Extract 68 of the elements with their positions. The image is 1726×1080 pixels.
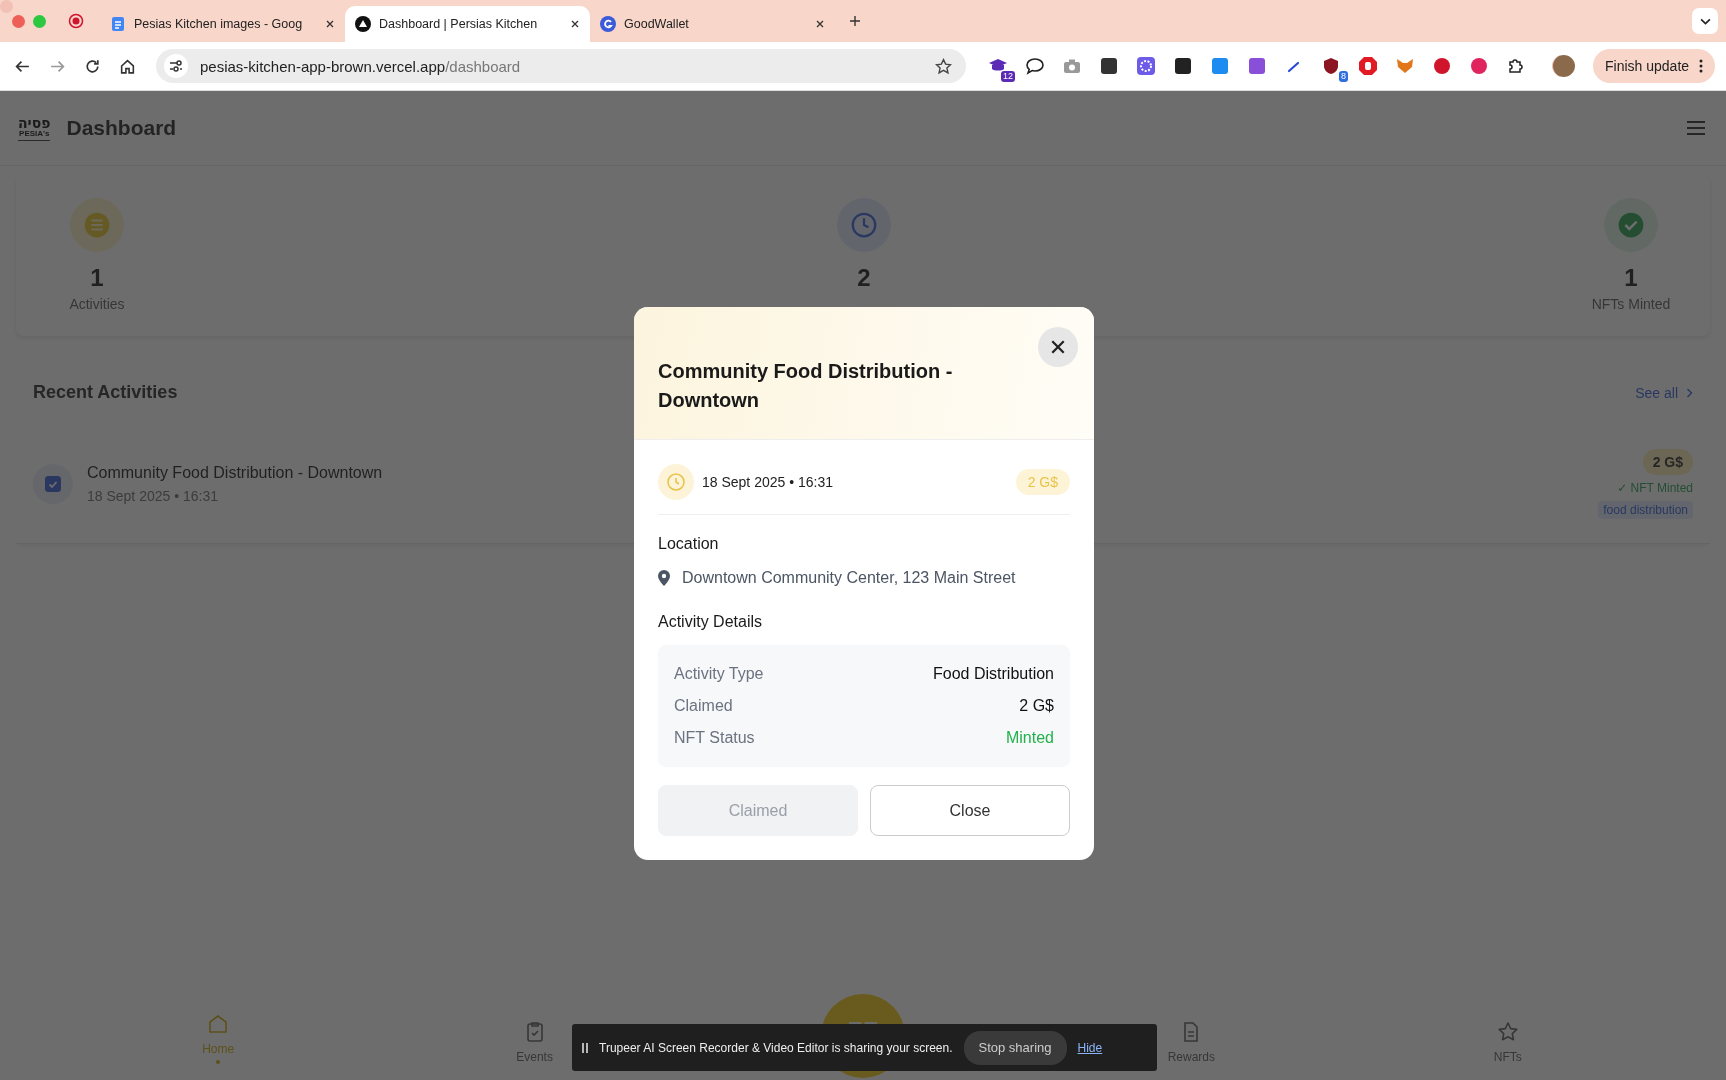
- category-tag: food distribution: [1598, 501, 1693, 519]
- close-icon: [1050, 339, 1066, 355]
- detail-label: Activity Type: [674, 665, 764, 683]
- site-settings-icon[interactable]: [164, 54, 188, 78]
- close-icon[interactable]: [570, 19, 580, 29]
- nft-status-text: ✓ NFT Minted: [1617, 481, 1693, 495]
- detail-label: NFT Status: [674, 729, 755, 747]
- clock-icon: [658, 464, 694, 500]
- finish-update-button[interactable]: Finish update: [1593, 49, 1716, 83]
- bookmark-star-icon[interactable]: [935, 57, 952, 75]
- stat-value: 1: [1624, 264, 1638, 292]
- detail-label: Claimed: [674, 697, 733, 715]
- star-icon: [1495, 1020, 1520, 1044]
- activity-title: Community Food Distribution - Downtown: [87, 464, 383, 482]
- detail-value: Food Distribution: [933, 665, 1054, 683]
- home-icon[interactable]: [119, 57, 136, 75]
- hide-link[interactable]: Hide: [1077, 1040, 1103, 1055]
- chevron-right-icon: [1686, 387, 1693, 398]
- stop-sharing-button[interactable]: Stop sharing: [963, 1030, 1067, 1065]
- close-button[interactable]: [1038, 327, 1078, 367]
- section-title: Recent Activities: [33, 382, 178, 403]
- close-icon[interactable]: [325, 19, 335, 29]
- detail-value: Minted: [1005, 729, 1054, 747]
- more-icon: [1699, 59, 1704, 73]
- chat-bubble-icon[interactable]: [1025, 56, 1045, 76]
- url-text: pesias-kitchen-app-brown.vercel.app/dashboard: [200, 57, 521, 75]
- browser-tab[interactable]: Pesias Kitchen images - Goog: [100, 6, 345, 42]
- extension-icon[interactable]: [1099, 56, 1119, 76]
- stat-value: 1: [90, 264, 104, 292]
- checkbox[interactable]: [45, 476, 61, 492]
- close-icon[interactable]: [815, 19, 825, 29]
- stat-value: 2: [857, 264, 871, 292]
- g-logo-icon: [600, 16, 616, 32]
- reload-icon[interactable]: [84, 57, 101, 75]
- details-heading: Activity Details: [658, 613, 764, 631]
- sharing-message: Trupeer AI Screen Recorder & Video Editor is sharing your screen.: [599, 1040, 953, 1055]
- active-dot: [216, 1060, 221, 1064]
- browser-tab[interactable]: GoodWallet: [590, 6, 835, 42]
- pause-icon: [582, 1042, 588, 1053]
- detail-value: 2 G$: [1019, 697, 1054, 715]
- check-circle-icon: [1604, 198, 1658, 252]
- activity-date: 18 Sept 2025 • 16:31: [702, 474, 833, 490]
- browser-tab[interactable]: Dashboard | Persias Kitchen: [345, 6, 590, 42]
- count-badge: 8: [1339, 71, 1348, 82]
- dialog-button[interactable]: Close: [870, 785, 1070, 836]
- page-title: Dashboard: [66, 116, 177, 140]
- location-address: Downtown Community Center, 123 Main Street: [682, 569, 1016, 587]
- shield-icon[interactable]: [1321, 56, 1341, 76]
- document-icon: [110, 16, 126, 32]
- record-icon: [68, 13, 84, 29]
- dialog-title: Community Food Distribution - Downtown: [658, 359, 954, 413]
- count-badge: 12: [1001, 71, 1015, 82]
- profile-avatar[interactable]: [1552, 55, 1575, 77]
- clock-icon: [837, 198, 891, 252]
- location-pin-icon: [658, 570, 670, 586]
- tab-list-button[interactable]: [1692, 8, 1718, 34]
- chevron-down-icon: [1699, 17, 1711, 25]
- location-heading: Location: [658, 535, 720, 553]
- flower-icon[interactable]: [1136, 56, 1156, 76]
- menu-icon[interactable]: [1686, 120, 1706, 136]
- extension-icon[interactable]: [1173, 56, 1193, 76]
- new-tab-icon[interactable]: [849, 15, 861, 27]
- list-icon: [70, 198, 124, 252]
- address-bar[interactable]: pesias-kitchen-app-brown.vercel.app/dashboard: [156, 49, 966, 83]
- fox-icon[interactable]: [1395, 56, 1415, 76]
- amount-badge: 2 G$: [1015, 469, 1070, 495]
- amount-badge: 2 G$: [1642, 449, 1693, 475]
- puzzle-icon[interactable]: [1506, 56, 1526, 76]
